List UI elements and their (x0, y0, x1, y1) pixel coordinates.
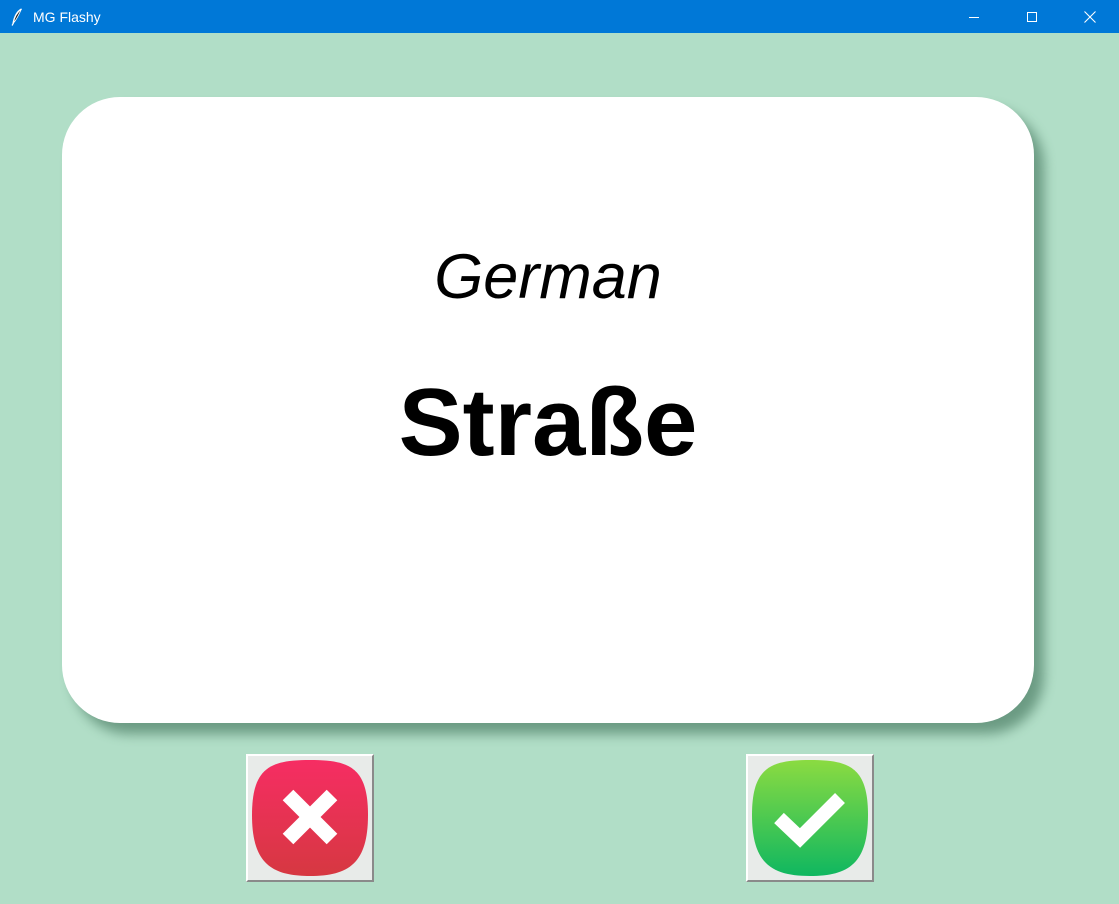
close-icon (1084, 10, 1096, 23)
flashcard: German Straße (62, 97, 1034, 723)
x-mark-icon (252, 760, 368, 876)
card-word: Straße (398, 369, 698, 476)
right-button[interactable] (746, 754, 874, 882)
maximize-button[interactable] (1003, 0, 1061, 33)
window-controls (945, 0, 1119, 33)
wrong-button[interactable] (246, 754, 374, 882)
title-bar: MG Flashy (0, 0, 1119, 33)
feather-icon (2, 0, 32, 33)
window-title: MG Flashy (33, 8, 101, 25)
minimize-button[interactable] (945, 0, 1003, 33)
card-language-label: German (434, 242, 662, 312)
close-button[interactable] (1061, 0, 1119, 33)
check-mark-icon (752, 760, 868, 876)
maximize-icon (1027, 11, 1037, 22)
minimize-icon (969, 16, 979, 18)
